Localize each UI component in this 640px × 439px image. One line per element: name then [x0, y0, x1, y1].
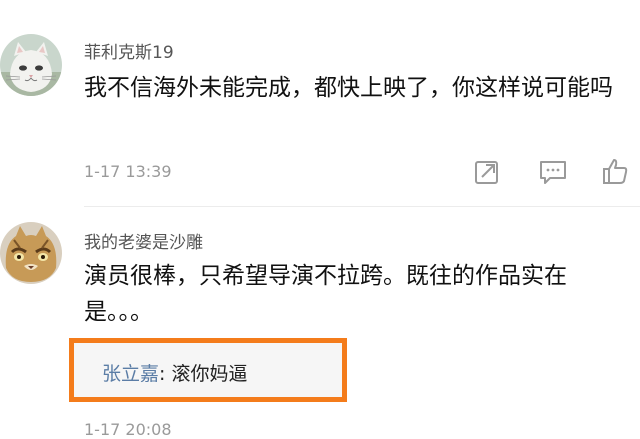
reply-text: 滚你妈逼 — [171, 363, 248, 385]
comment-username[interactable]: 我的老婆是沙雕 — [84, 228, 203, 253]
share-icon[interactable] — [472, 157, 502, 187]
avatar[interactable] — [0, 34, 62, 96]
comment-content: 演员很棒，只希望导演不拉跨。既往的作品实在是。。。 — [84, 263, 567, 325]
reply-highlight-box[interactable]: 张立嘉: 滚你妈逼 — [69, 338, 347, 402]
thumbs-up-icon[interactable] — [600, 156, 630, 186]
divider — [84, 206, 640, 207]
comment-icon[interactable] — [538, 157, 568, 187]
comment-username[interactable]: 菲利克斯19 — [84, 38, 174, 63]
avatar[interactable] — [0, 222, 62, 284]
reply-author[interactable]: 张立嘉 — [102, 363, 159, 385]
comment-timestamp: 1-17 13:39 — [84, 162, 172, 181]
cat-face-avatar-icon — [0, 222, 62, 284]
reply-item: 张立嘉: 滚你妈逼 — [102, 359, 247, 386]
white-cat-avatar-icon — [0, 34, 62, 96]
comment-content: 我不信海外未能完成，都快上映了，你这样说可能吗 — [84, 75, 613, 101]
reply-separator: : — [159, 363, 172, 385]
